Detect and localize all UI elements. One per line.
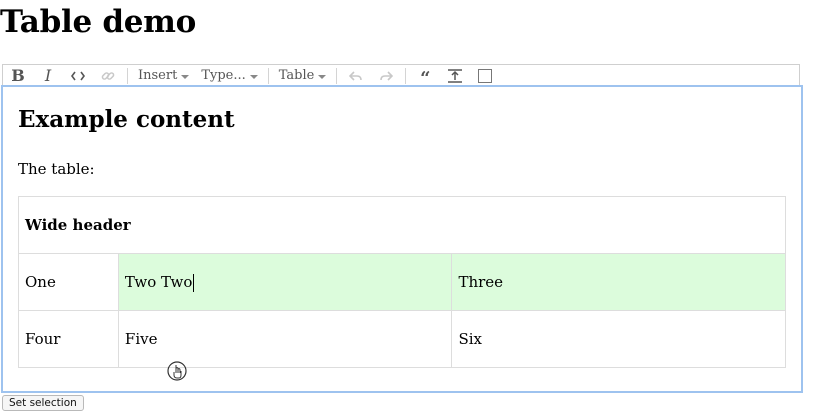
bold-button[interactable]: B bbox=[3, 66, 33, 86]
menu-separator bbox=[336, 67, 338, 84]
link-icon bbox=[101, 71, 115, 80]
blockquote-button[interactable]: “ bbox=[410, 66, 440, 89]
table-cell[interactable]: Four bbox=[18, 310, 119, 368]
set-selection-button[interactable]: Set selection bbox=[2, 395, 84, 411]
menu-separator bbox=[267, 67, 269, 84]
chevron-down-icon bbox=[318, 74, 327, 79]
undo-button[interactable] bbox=[341, 66, 371, 86]
cell-text: Two Two bbox=[124, 272, 193, 291]
mouse-cursor-icon bbox=[167, 361, 187, 381]
square-icon bbox=[478, 68, 493, 83]
menu-separator bbox=[405, 67, 407, 84]
type-menu-label: Type... bbox=[201, 68, 246, 83]
horizontal-rule-button[interactable] bbox=[440, 66, 470, 86]
select-parent-button[interactable] bbox=[470, 66, 500, 86]
bold-icon: B bbox=[11, 66, 25, 85]
link-button[interactable] bbox=[93, 66, 123, 86]
table-cell-selected[interactable]: Three bbox=[451, 253, 786, 311]
italic-icon: I bbox=[44, 66, 52, 85]
content-heading: Example content bbox=[18, 106, 235, 133]
table-menu[interactable]: Table bbox=[273, 66, 333, 86]
redo-button[interactable] bbox=[371, 66, 401, 86]
editor-menubar: B I Insert Type... Table “ bbox=[2, 64, 800, 89]
insert-menu-label: Insert bbox=[138, 68, 178, 83]
undo-icon bbox=[349, 70, 363, 81]
table-header-cell[interactable]: Wide header bbox=[18, 196, 786, 254]
code-icon bbox=[71, 71, 85, 80]
table-cell[interactable]: One bbox=[18, 253, 119, 311]
chevron-down-icon bbox=[181, 74, 190, 79]
table-row: One Two Two Three bbox=[18, 253, 786, 311]
table-row: Four Five Six bbox=[18, 310, 786, 368]
table-cell[interactable]: Five bbox=[117, 310, 453, 368]
content-table: Wide header One Two Two Three Four Five … bbox=[18, 196, 786, 368]
table-cell[interactable]: Six bbox=[451, 310, 786, 368]
horizontal-rule-icon bbox=[448, 68, 463, 83]
page-title: Table demo bbox=[0, 4, 197, 40]
content-paragraph: The table: bbox=[18, 160, 95, 178]
chevron-down-icon bbox=[249, 74, 258, 79]
quote-icon: “ bbox=[420, 67, 431, 89]
italic-button[interactable]: I bbox=[33, 66, 63, 86]
table-cell-selected[interactable]: Two Two bbox=[117, 253, 453, 311]
text-cursor bbox=[193, 273, 195, 292]
insert-menu[interactable]: Insert bbox=[132, 66, 195, 86]
redo-icon bbox=[380, 70, 394, 81]
code-button[interactable] bbox=[63, 66, 93, 86]
menu-separator bbox=[127, 67, 128, 84]
editor-area[interactable]: Example content The table: Wide header O… bbox=[1, 85, 803, 393]
type-menu[interactable]: Type... bbox=[195, 66, 263, 86]
table-row: Wide header bbox=[18, 196, 786, 254]
table-menu-label: Table bbox=[278, 68, 315, 83]
